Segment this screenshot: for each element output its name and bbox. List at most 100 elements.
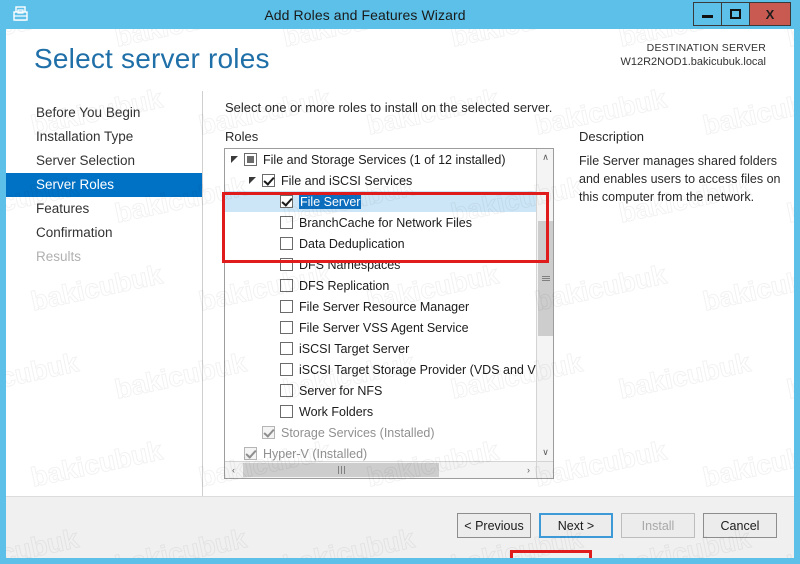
expander-none-icon	[267, 239, 276, 248]
scroll-left-arrow-icon[interactable]: ‹	[225, 462, 242, 478]
role-tree-row[interactable]: File Server	[225, 191, 537, 212]
role-tree-row[interactable]: iSCSI Target Storage Provider (VDS and V…	[225, 359, 537, 380]
expander-none-icon	[267, 197, 276, 206]
close-button[interactable]: X	[749, 2, 791, 26]
description-text: File Server manages shared folders and e…	[579, 154, 781, 204]
role-tree-row[interactable]: Server for NFS	[225, 380, 537, 401]
role-tree-row[interactable]: DFS Namespaces	[225, 254, 537, 275]
instruction-text: Select one or more roles to install on t…	[225, 100, 553, 115]
scroll-right-arrow-icon[interactable]: ›	[520, 462, 537, 478]
expander-none-icon	[267, 386, 276, 395]
role-tree-row[interactable]: Storage Services (Installed)	[225, 422, 537, 443]
expander-none-icon	[267, 365, 276, 374]
role-checkbox[interactable]	[280, 279, 293, 292]
role-label: Storage Services (Installed)	[281, 425, 435, 440]
page-title: Select server roles	[34, 43, 270, 74]
window-controls: X	[693, 2, 791, 26]
maximize-button[interactable]	[721, 2, 750, 26]
role-checkbox[interactable]	[280, 384, 293, 397]
role-label: File Server Resource Manager	[299, 299, 470, 314]
sidebar-item-label: Installation Type	[36, 129, 134, 144]
role-checkbox[interactable]	[280, 342, 293, 355]
role-label: Server for NFS	[299, 383, 383, 398]
role-label: iSCSI Target Server	[299, 341, 410, 356]
expander-none-icon	[267, 302, 276, 311]
sidebar-item-installation-type[interactable]: Installation Type	[6, 125, 202, 149]
role-checkbox[interactable]	[280, 321, 293, 334]
sidebar-item-features[interactable]: Features	[6, 197, 202, 221]
roles-horizontal-scrollbar[interactable]: ‹ ›	[225, 461, 537, 478]
next-button[interactable]: Next >	[539, 513, 613, 538]
role-tree-row[interactable]: Hyper-V (Installed)	[225, 443, 537, 461]
sidebar-item-label: Confirmation	[36, 225, 113, 240]
scroll-grip-icon	[541, 275, 550, 282]
footer-button-group: < Previous Next > Install Cancel	[457, 513, 777, 538]
roles-tree-rows[interactable]: File and Storage Services (1 of 12 insta…	[225, 149, 537, 461]
role-checkbox[interactable]	[262, 174, 275, 187]
role-checkbox[interactable]	[280, 405, 293, 418]
role-label: Hyper-V (Installed)	[263, 446, 368, 461]
sidebar-item-label: Results	[36, 249, 82, 264]
sidebar-item-label: Before You Begin	[36, 105, 141, 120]
expander-open-icon[interactable]	[249, 176, 258, 185]
role-tree-row[interactable]: DFS Replication	[225, 275, 537, 296]
roles-vertical-scrollbar[interactable]: ∧ ∨	[536, 149, 553, 461]
scroll-down-arrow-icon[interactable]: ∨	[537, 444, 553, 461]
sidebar-item-label: Server Selection	[36, 153, 136, 168]
role-tree-row[interactable]: Work Folders	[225, 401, 537, 422]
role-tree-row[interactable]: File and Storage Services (1 of 12 insta…	[225, 149, 537, 170]
role-tree-row[interactable]: File Server Resource Manager	[225, 296, 537, 317]
role-tree-row[interactable]: Data Deduplication	[225, 233, 537, 254]
role-label: Data Deduplication	[299, 236, 405, 251]
role-label: File Server VSS Agent Service	[299, 320, 469, 335]
expander-none-icon	[267, 260, 276, 269]
role-label: File and Storage Services (1 of 12 insta…	[263, 152, 506, 167]
main-panel: Select one or more roles to install on t…	[203, 91, 794, 496]
expander-none-icon	[231, 449, 240, 458]
button-label: Install	[641, 518, 675, 533]
expander-none-icon	[267, 281, 276, 290]
role-checkbox	[262, 426, 275, 439]
button-label: Cancel	[720, 518, 760, 533]
roles-list-label: Roles	[225, 129, 259, 144]
role-checkbox[interactable]	[280, 216, 293, 229]
title-bar: Add Roles and Features Wizard X	[6, 0, 794, 29]
expander-none-icon	[267, 218, 276, 227]
destination-server-block: DESTINATION SERVER W12R2NOD1.bakicubuk.l…	[620, 41, 766, 70]
sidebar-item-confirmation[interactable]: Confirmation	[6, 221, 202, 245]
cancel-button[interactable]: Cancel	[703, 513, 777, 538]
minimize-button[interactable]	[693, 2, 722, 26]
role-tree-row[interactable]: File and iSCSI Services	[225, 170, 537, 191]
sidebar-item-results: Results	[6, 245, 202, 269]
role-label: File Server	[299, 194, 362, 209]
role-checkbox[interactable]	[280, 363, 293, 376]
scroll-up-arrow-icon[interactable]: ∧	[537, 149, 553, 166]
role-checkbox[interactable]	[280, 237, 293, 250]
vertical-scroll-thumb[interactable]	[538, 221, 553, 336]
sidebar-item-server-roles[interactable]: Server Roles	[6, 173, 202, 197]
role-label: iSCSI Target Storage Provider (VDS and V…	[299, 362, 537, 377]
sidebar-item-server-selection[interactable]: Server Selection	[6, 149, 202, 173]
role-label: File and iSCSI Services	[281, 173, 413, 188]
role-tree-row[interactable]: BranchCache for Network Files	[225, 212, 537, 233]
install-button: Install	[621, 513, 695, 538]
expander-none-icon	[249, 428, 258, 437]
role-tree-row[interactable]: File Server VSS Agent Service	[225, 317, 537, 338]
role-checkbox[interactable]	[244, 153, 257, 166]
previous-button[interactable]: < Previous	[457, 513, 531, 538]
role-checkbox[interactable]	[280, 300, 293, 313]
role-tree-row[interactable]: iSCSI Target Server	[225, 338, 537, 359]
scrollbar-corner	[536, 461, 553, 478]
expander-open-icon[interactable]	[231, 155, 240, 164]
expander-none-icon	[267, 344, 276, 353]
sidebar-item-before-you-begin[interactable]: Before You Begin	[6, 101, 202, 125]
role-checkbox[interactable]	[280, 258, 293, 271]
description-label: Description	[579, 129, 645, 144]
horizontal-scroll-thumb[interactable]	[243, 463, 439, 477]
page-header: Select server roles DESTINATION SERVER W…	[6, 29, 794, 91]
role-checkbox[interactable]	[280, 195, 293, 208]
roles-tree-listbox[interactable]: File and Storage Services (1 of 12 insta…	[224, 148, 554, 479]
role-label: DFS Namespaces	[299, 257, 401, 272]
expander-none-icon	[267, 407, 276, 416]
role-label: Work Folders	[299, 404, 374, 419]
